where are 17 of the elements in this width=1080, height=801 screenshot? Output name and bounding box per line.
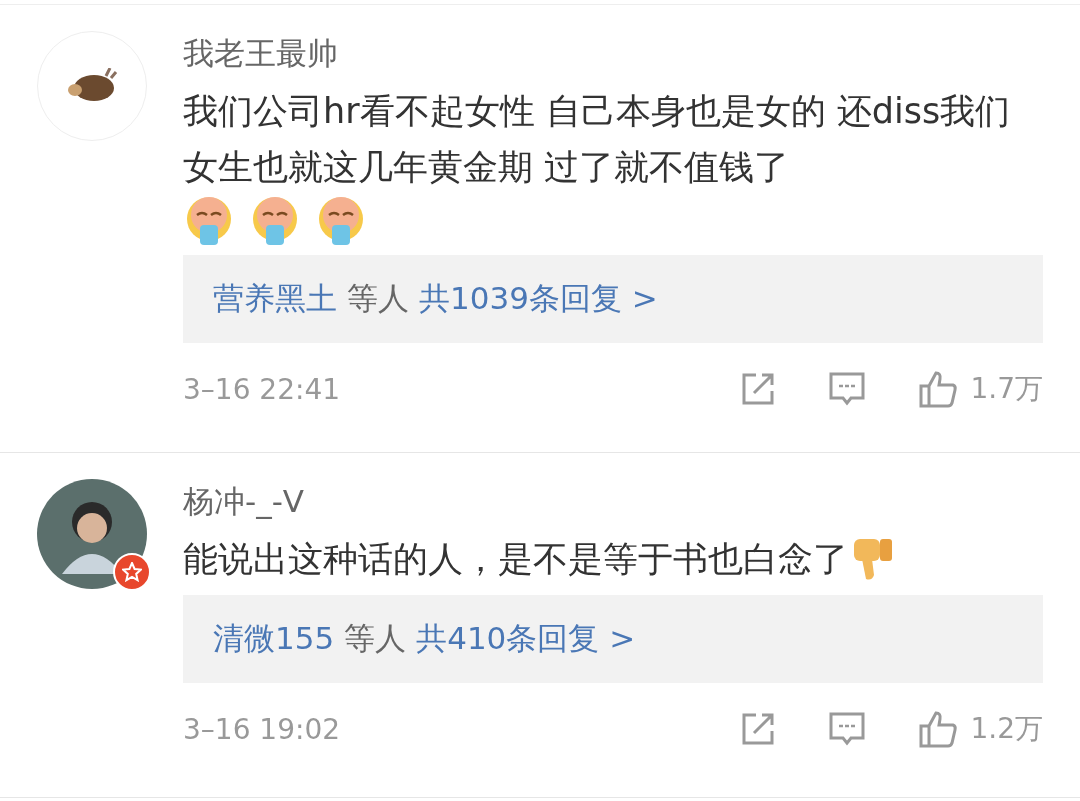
- comment-time: 3–16 22:41: [183, 372, 342, 406]
- cartoon-animal-icon: [66, 68, 118, 104]
- comment-button[interactable]: [828, 711, 867, 747]
- comment-text: 我们公司hr看不起女性 自己本身也是女的 还diss我们女生也就这几年黄金期 过了就不值钱了: [183, 90, 1012, 189]
- comment-time: 3–16 19:02: [183, 712, 342, 746]
- replies-link[interactable]: 清微155 等人 共410条回复 >: [183, 595, 1043, 683]
- comment-button[interactable]: [828, 371, 867, 407]
- replies-link[interactable]: 营养黑土 等人 共1039条回复 >: [183, 255, 1043, 343]
- share-button[interactable]: [740, 711, 777, 747]
- username[interactable]: 杨冲-_-V: [183, 479, 1043, 523]
- share-button[interactable]: [740, 371, 777, 407]
- comment-text: 能说出这种话的人，是不是等于书也白念了: [183, 538, 848, 581]
- username[interactable]: 我老王最帅: [183, 31, 1043, 75]
- like-button[interactable]: 1.7万: [918, 370, 1043, 408]
- like-button[interactable]: 1.2万: [918, 710, 1043, 748]
- thumbs-up-icon: [918, 710, 959, 748]
- thumbs-up-icon: [918, 370, 959, 408]
